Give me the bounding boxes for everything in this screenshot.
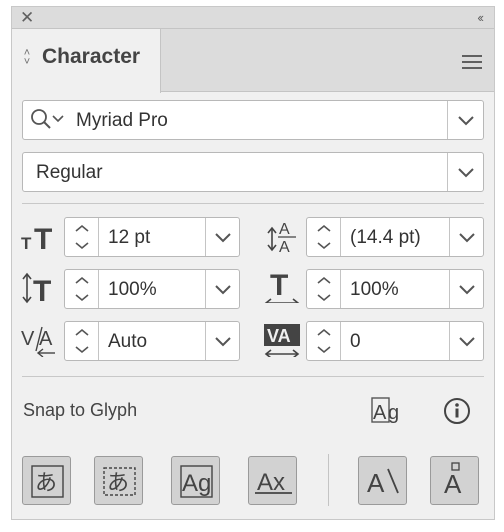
svg-text:A: A bbox=[444, 469, 462, 499]
sort-arrows-icon: ˄ ˅ bbox=[23, 47, 31, 68]
svg-text:T: T bbox=[33, 275, 51, 305]
svg-text:A: A bbox=[257, 469, 273, 496]
leading-value: (14.4 pt) bbox=[350, 227, 421, 248]
close-icon[interactable]: ✕ bbox=[20, 9, 34, 27]
anchor-glyph-button[interactable]: A bbox=[430, 456, 479, 505]
collapse-icon[interactable]: ‹‹ bbox=[477, 9, 484, 27]
hiragana-a-icon: あ bbox=[31, 465, 64, 498]
horizontal-scale-icon: T bbox=[264, 269, 300, 303]
svg-text:A: A bbox=[182, 470, 198, 497]
svg-text:A: A bbox=[39, 328, 53, 350]
tracking-value: 0 bbox=[350, 331, 361, 352]
svg-text:T: T bbox=[34, 223, 52, 255]
svg-text:T: T bbox=[270, 269, 288, 302]
kerning-icon: V A bbox=[21, 326, 55, 357]
chevron-down-icon[interactable] bbox=[205, 322, 239, 360]
svg-text:g: g bbox=[388, 402, 399, 424]
svg-text:x: x bbox=[273, 469, 285, 496]
snap-glyph-icon[interactable]: A g bbox=[371, 396, 407, 428]
divider bbox=[328, 454, 329, 506]
svg-text:g: g bbox=[198, 470, 211, 497]
tracking-icon: VA bbox=[264, 324, 300, 357]
kerning-value: Auto bbox=[108, 331, 148, 352]
tab-title: Character bbox=[42, 45, 141, 68]
chevron-down-icon[interactable] bbox=[449, 322, 483, 360]
glyph-bounds-button[interactable]: A g bbox=[171, 456, 220, 505]
baseline-button[interactable]: A x bbox=[248, 456, 297, 505]
svg-text:V: V bbox=[21, 328, 35, 350]
leading-field[interactable]: (14.4 pt) bbox=[306, 217, 484, 257]
angular-glyph-icon: A bbox=[367, 468, 399, 498]
panel-menu-icon[interactable] bbox=[462, 55, 482, 69]
font-family-value: Myriad Pro bbox=[76, 110, 168, 131]
font-size-icon: T T bbox=[21, 223, 52, 255]
divider bbox=[22, 203, 484, 204]
tab-character[interactable]: ˄ ˅ Character bbox=[12, 29, 161, 93]
chevron-down-icon[interactable] bbox=[447, 101, 483, 139]
angular-glyph-button[interactable]: A bbox=[358, 456, 407, 505]
svg-text:A: A bbox=[373, 402, 387, 424]
divider bbox=[22, 376, 484, 377]
stepper-icon[interactable] bbox=[65, 218, 99, 256]
leading-icon: A A bbox=[267, 221, 296, 253]
anchor-glyph-icon: A bbox=[444, 462, 462, 499]
font-family-dropdown[interactable]: Myriad Pro bbox=[22, 100, 484, 140]
font-size-value: 12 pt bbox=[108, 227, 151, 248]
stepper-icon[interactable] bbox=[307, 218, 341, 256]
baseline-icon: A x bbox=[255, 469, 292, 496]
tab-strip: ˄ ˅ Character bbox=[12, 29, 494, 93]
font-style-value: Regular bbox=[36, 162, 103, 183]
snap-to-glyph-label: Snap to Glyph bbox=[23, 400, 138, 420]
svg-text:あ: あ bbox=[107, 471, 129, 496]
mojikumi-button[interactable]: あ bbox=[94, 456, 143, 505]
horizontal-scale-value: 100% bbox=[350, 279, 399, 300]
tracking-field[interactable]: 0 bbox=[306, 321, 484, 361]
svg-text:A: A bbox=[279, 221, 290, 238]
svg-text:VA: VA bbox=[267, 326, 291, 346]
glyph-bounds-icon: A g bbox=[180, 465, 213, 498]
font-size-field[interactable]: 12 pt bbox=[64, 217, 240, 257]
chevron-down-icon[interactable] bbox=[449, 270, 483, 308]
stepper-icon[interactable] bbox=[65, 322, 99, 360]
vertical-scale-value: 100% bbox=[108, 279, 157, 300]
svg-text:あ: あ bbox=[35, 471, 57, 496]
chevron-down-icon[interactable] bbox=[205, 218, 239, 256]
svg-text:A: A bbox=[367, 468, 385, 498]
horizontal-scale-field[interactable]: 100% bbox=[306, 269, 484, 309]
chevron-down-icon[interactable] bbox=[205, 270, 239, 308]
search-icon[interactable] bbox=[25, 101, 69, 139]
svg-text:A: A bbox=[279, 239, 290, 253]
info-icon[interactable] bbox=[442, 396, 472, 426]
japanese-glyph-button[interactable]: あ bbox=[22, 456, 71, 505]
svg-text:T: T bbox=[21, 234, 32, 253]
vertical-scale-field[interactable]: 100% bbox=[64, 269, 240, 309]
mojikumi-icon: あ bbox=[103, 467, 136, 496]
stepper-icon[interactable] bbox=[307, 270, 341, 308]
font-style-dropdown[interactable]: Regular bbox=[22, 152, 484, 192]
panel-title-bar: ✕ ‹‹ bbox=[12, 7, 494, 29]
character-panel: ✕ ‹‹ ˄ ˅ Character Myriad Pro Regular T T bbox=[11, 6, 495, 520]
stepper-icon[interactable] bbox=[65, 270, 99, 308]
chevron-down-icon[interactable] bbox=[449, 218, 483, 256]
kerning-field[interactable]: Auto bbox=[64, 321, 240, 361]
vertical-scale-icon: T bbox=[22, 272, 51, 305]
stepper-icon[interactable] bbox=[307, 322, 341, 360]
chevron-down-icon[interactable] bbox=[447, 153, 483, 191]
